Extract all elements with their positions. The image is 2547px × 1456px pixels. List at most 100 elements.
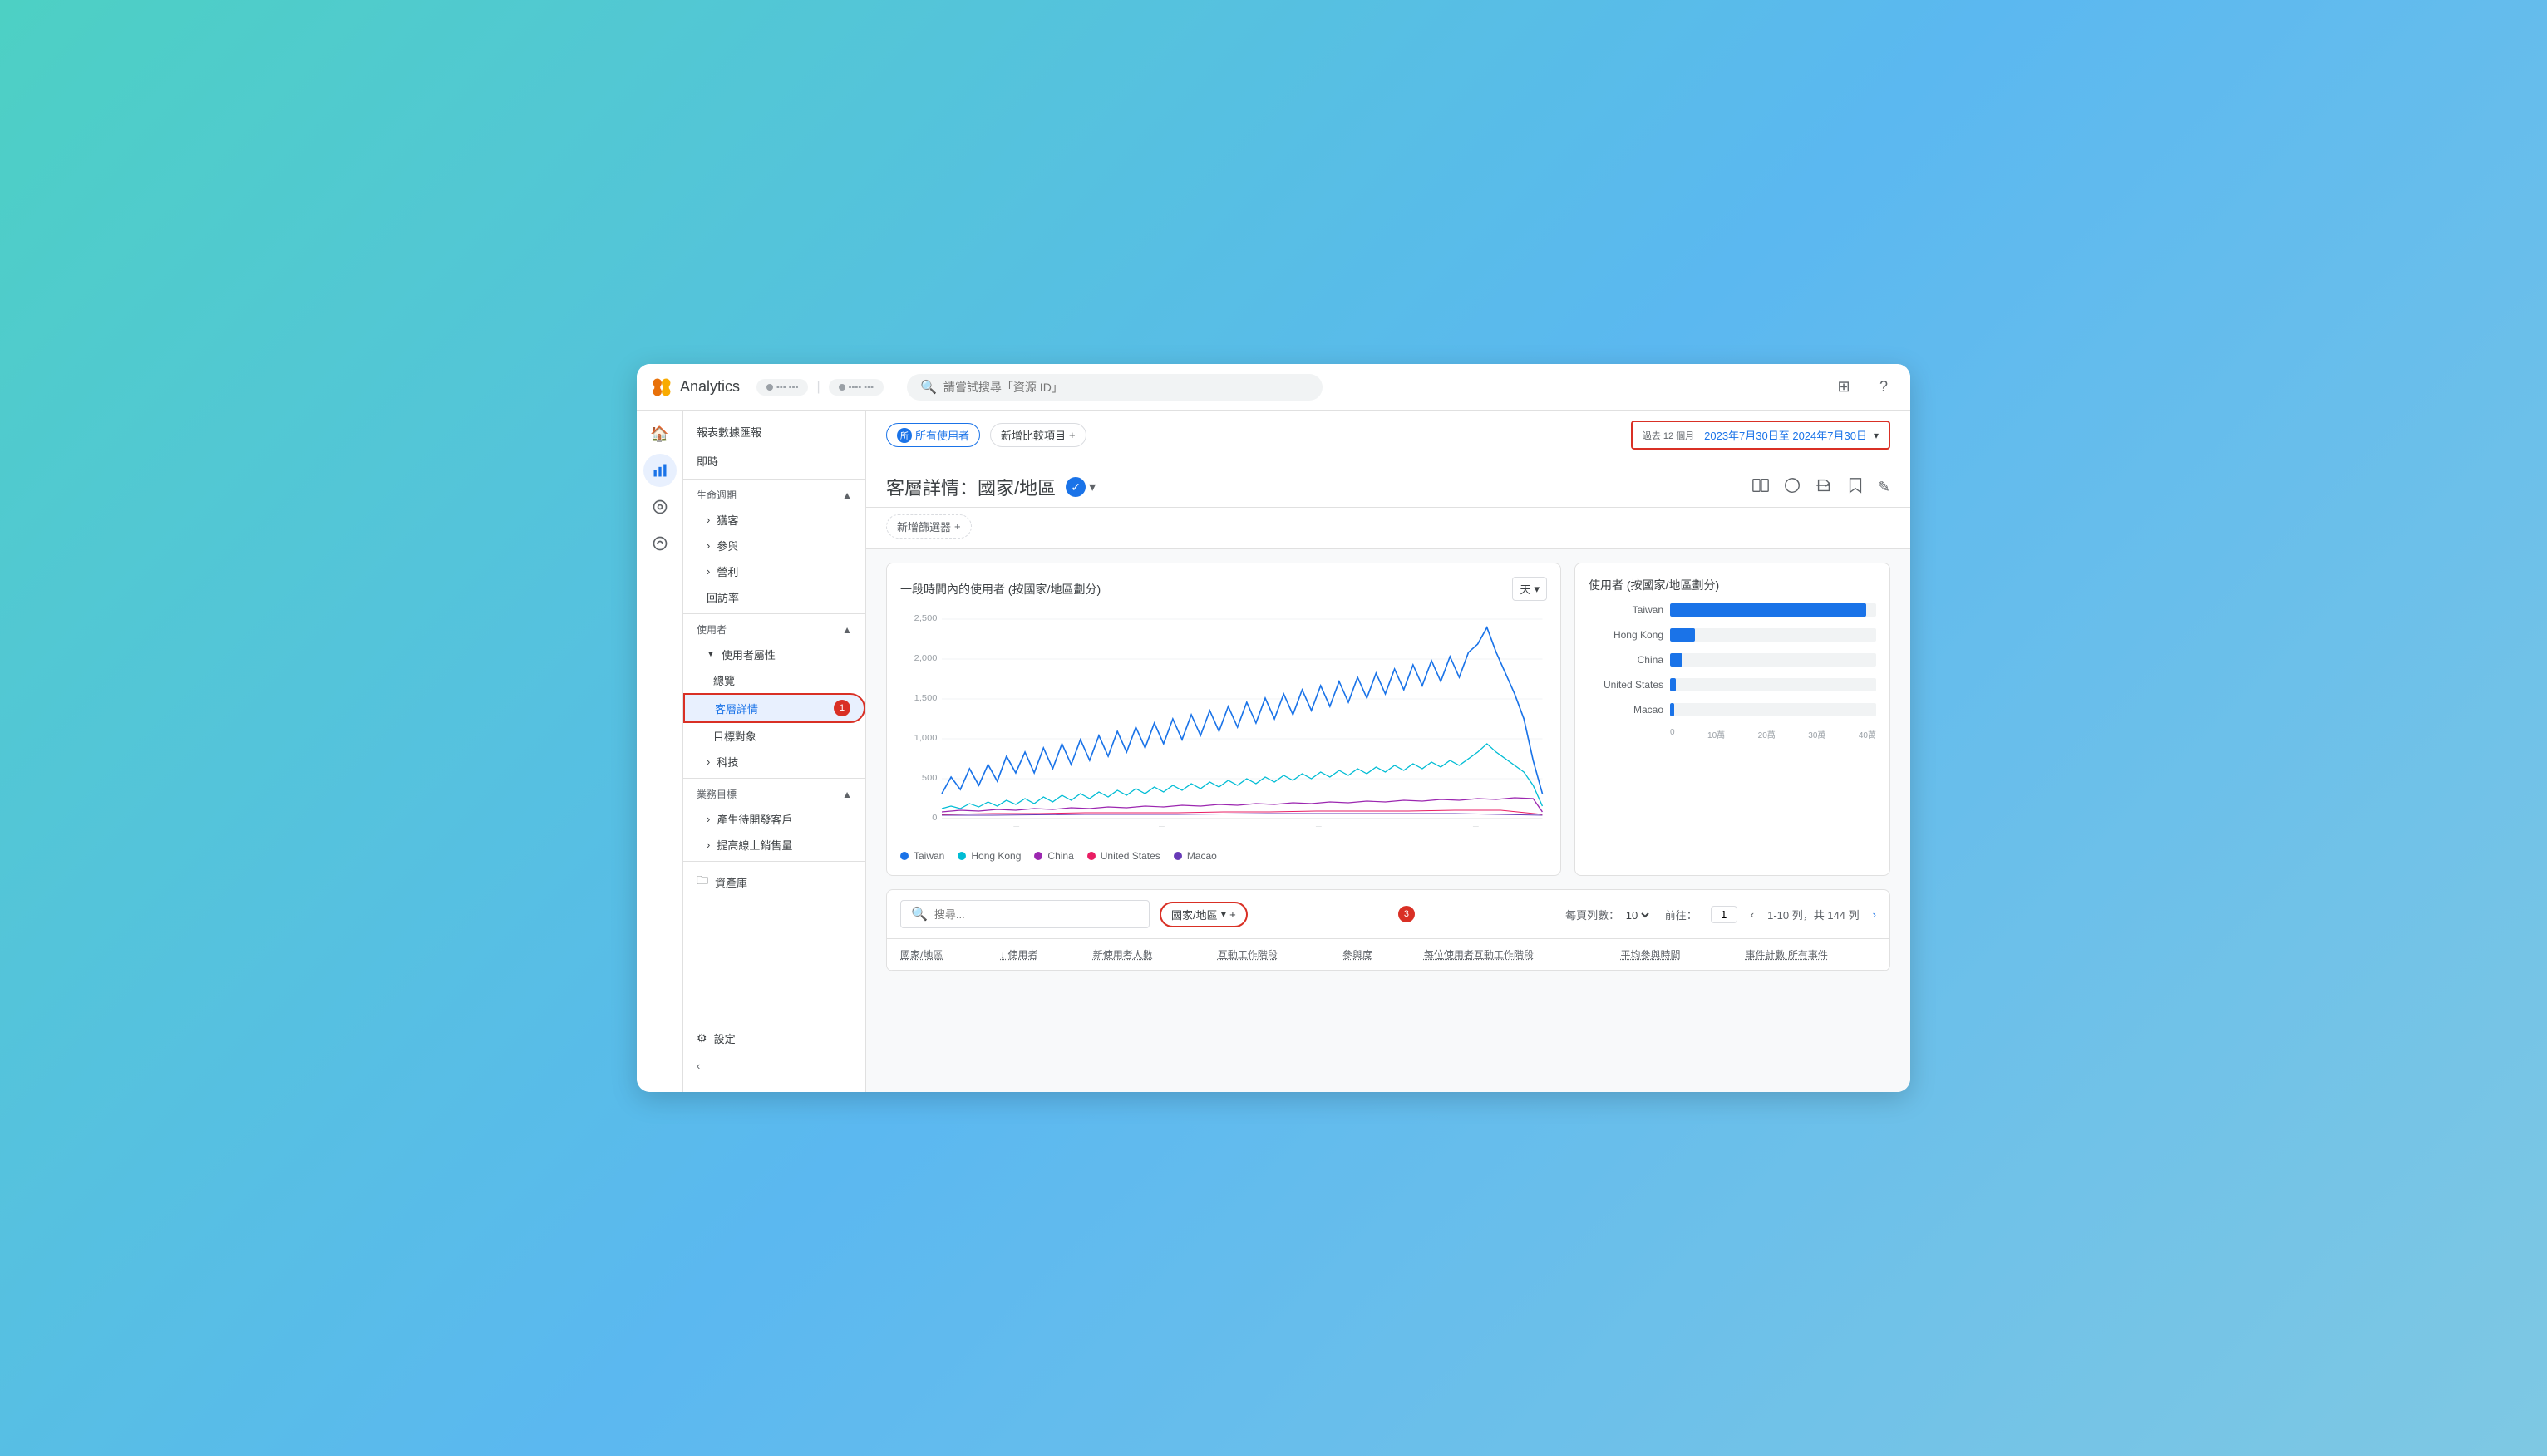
table-search[interactable]: 🔍 xyxy=(900,900,1150,928)
col-engagement[interactable]: 參與度 xyxy=(1329,939,1411,971)
compare-icon[interactable] xyxy=(1783,476,1801,499)
sidebar-reports-icon[interactable] xyxy=(643,454,677,487)
charts-section: 一段時間內的使用者 (按國家/地區劃分) 天 ▾ 2,500 2,000 1,5… xyxy=(866,549,1910,889)
col-dim[interactable]: 國家/地區 xyxy=(887,939,987,971)
title-check: ✓ ▾ xyxy=(1066,477,1096,497)
sidebar-item-realtime[interactable]: 即時 xyxy=(683,446,865,475)
search-input[interactable] xyxy=(943,381,1309,394)
sidebar-item-tech[interactable]: › 科技 xyxy=(683,749,865,775)
table-search-input[interactable] xyxy=(934,908,1081,921)
col-sessions[interactable]: 互動工作階段 xyxy=(1205,939,1329,971)
legend-dot-us xyxy=(1087,852,1096,860)
content-header: 所 所有使用者 新增比較項目 + 過去 12 個月 2023年7月30日至 20… xyxy=(866,411,1910,460)
sidebar-item-library[interactable]: 🗀 資產庫 xyxy=(683,865,865,898)
search-icon2: 🔍 xyxy=(911,906,928,922)
bar-chart-area: Taiwan Hong Kong China xyxy=(1589,603,1876,716)
all-users-btn[interactable]: 所 所有使用者 xyxy=(886,423,980,447)
table-header-row: 國家/地區 ↓ 使用者 新使用者人數 互動工作階段 參與度 每位使用者互動工作階… xyxy=(887,939,1889,971)
bar-chart-title: 使用者 (按國家/地區劃分) xyxy=(1589,577,1719,593)
add-compare-btn[interactable]: 新增比較項目 + xyxy=(990,423,1086,447)
bar-track-macao xyxy=(1670,703,1876,716)
col-new-users[interactable]: 新使用者人數 xyxy=(1080,939,1205,971)
line-chart-card: 一段時間內的使用者 (按國家/地區劃分) 天 ▾ 2,500 2,000 1,5… xyxy=(886,563,1561,876)
date-range-btn[interactable]: 過去 12 個月 2023年7月30日至 2024年7月30日 ▾ xyxy=(1631,421,1890,450)
page-input[interactable] xyxy=(1711,906,1737,923)
bar-chart-header: 使用者 (按國家/地區劃分) xyxy=(1589,577,1876,593)
grid-icon[interactable]: ⊞ xyxy=(1830,374,1857,401)
col-avg-engagement[interactable]: 平均參與時間 xyxy=(1607,939,1732,971)
page-size-select[interactable]: 10 25 50 xyxy=(1623,908,1652,922)
col-events[interactable]: 事件計數 所有事件 xyxy=(1732,939,1890,971)
period-select[interactable]: 天 ▾ xyxy=(1512,577,1547,601)
sidebar-section-biz[interactable]: 業務目標 ▲ xyxy=(683,782,865,806)
plus-icon3: + xyxy=(1229,908,1236,921)
sidebar-item-overview[interactable]: 總覽 xyxy=(683,667,865,693)
sidebar-section-user[interactable]: 使用者 ▲ xyxy=(683,617,865,642)
col-users[interactable]: ↓ 使用者 xyxy=(987,939,1080,971)
bar-label-china: China xyxy=(1589,654,1663,666)
page-nav-next[interactable]: › xyxy=(1873,908,1876,921)
sidebar-item-sales[interactable]: › 提高線上銷售量 xyxy=(683,832,865,858)
table-meta: 每頁列數： 10 25 50 前往： ‹ 1-10 列，共 144 列 › xyxy=(1565,906,1876,923)
line-chart-area: 2,500 2,000 1,500 1,000 500 0 xyxy=(900,611,1547,844)
check-icon[interactable]: ✓ xyxy=(1066,477,1086,497)
account-pill[interactable]: ▪▪▪ ▪▪▪ xyxy=(756,379,808,396)
filter-row: 新增篩選器 + xyxy=(866,508,1910,549)
svg-text:2,500: 2,500 xyxy=(914,613,938,622)
bar-row-hongkong: Hong Kong xyxy=(1589,628,1876,642)
chart-header: 一段時間內的使用者 (按國家/地區劃分) 天 ▾ xyxy=(900,577,1547,601)
svg-text:0: 0 xyxy=(932,813,937,822)
bar-track-hongkong xyxy=(1670,628,1876,642)
bar-axis: 0 10萬 20萬 30萬 40萬 xyxy=(1589,728,1876,740)
badge-3: 3 xyxy=(1398,906,1415,922)
edit-icon[interactable]: ✎ xyxy=(1878,479,1890,496)
bar-track-us xyxy=(1670,678,1876,691)
chevron-down-icon: ▾ xyxy=(1874,430,1879,441)
sidebar-item-engage[interactable]: › 參與 xyxy=(683,533,865,558)
sidebar-section-lifecycle[interactable]: 生命週期 ▲ xyxy=(683,483,865,507)
legend-taiwan: Taiwan xyxy=(900,850,944,862)
sidebar-advertise-icon[interactable] xyxy=(643,527,677,560)
title-chevron[interactable]: ▾ xyxy=(1089,479,1096,495)
global-search[interactable]: 🔍 xyxy=(907,374,1323,401)
sidebar-item-lead[interactable]: › 產生待開發客戶 xyxy=(683,806,865,832)
col-sessions-per-user[interactable]: 每位使用者互動工作階段 xyxy=(1411,939,1608,971)
sidebar-item-user-attr[interactable]: ▼ 使用者屬性 xyxy=(683,642,865,667)
sidebar-item-settings[interactable]: ⚙ 設定 xyxy=(683,1024,865,1053)
app-logo[interactable]: Analytics xyxy=(650,376,740,399)
chevron-down-icon2: ▾ xyxy=(1534,583,1540,596)
legend-dot-taiwan xyxy=(900,852,909,860)
share-icon[interactable] xyxy=(1815,476,1833,499)
bar-row-taiwan: Taiwan xyxy=(1589,603,1876,617)
sidebar-item-return[interactable]: 回訪率 xyxy=(683,584,865,610)
dim-filter-btn[interactable]: 國家/地區 ▾ + xyxy=(1160,902,1248,927)
add-filter-btn[interactable]: 新增篩選器 + xyxy=(886,514,972,539)
svg-text:10月: 10月 xyxy=(1002,826,1021,827)
table-container: 國家/地區 ↓ 使用者 新使用者人數 互動工作階段 參與度 每位使用者互動工作階… xyxy=(886,939,1890,971)
sidebar-home-icon[interactable]: 🏠 xyxy=(643,417,677,450)
chevron-right-icon4: › xyxy=(707,755,710,768)
sidebar-item-acquire[interactable]: › 獲客 xyxy=(683,507,865,533)
property-pill[interactable]: ▪▪▪▪ ▪▪▪ xyxy=(829,379,884,396)
legend-china: China xyxy=(1034,850,1073,862)
plus-icon2: + xyxy=(954,520,961,533)
bar-chart-card: 使用者 (按國家/地區劃分) Taiwan Hong Kong xyxy=(1574,563,1890,876)
sidebar-item-audience[interactable]: 目標對象 xyxy=(683,723,865,749)
sidebar-reports-label: 報表數據匯報 xyxy=(697,424,761,440)
split-view-icon[interactable] xyxy=(1751,476,1770,499)
sidebar-collapse-btn[interactable]: ‹ xyxy=(683,1053,865,1079)
svg-text:500: 500 xyxy=(922,773,938,782)
help-icon[interactable]: ? xyxy=(1870,374,1897,401)
legend-us: United States xyxy=(1087,850,1160,862)
sidebar-item-audience-detail[interactable]: 客層詳情 1 xyxy=(683,693,865,723)
sidebar-item-reports[interactable]: 報表數據匯報 xyxy=(683,417,865,446)
bar-fill-macao xyxy=(1670,703,1674,716)
bar-row-macao: Macao xyxy=(1589,703,1876,716)
sidebar-item-monetize[interactable]: › 營利 xyxy=(683,558,865,584)
svg-text:1,500: 1,500 xyxy=(914,693,938,702)
sidebar-explore-icon[interactable] xyxy=(643,490,677,524)
account-selector[interactable]: ▪▪▪ ▪▪▪ | ▪▪▪▪ ▪▪▪ xyxy=(756,379,884,396)
sidebar-icons: 🏠 xyxy=(637,411,683,1092)
bookmark-icon[interactable] xyxy=(1846,476,1865,499)
page-nav-prev[interactable]: ‹ xyxy=(1751,908,1754,921)
